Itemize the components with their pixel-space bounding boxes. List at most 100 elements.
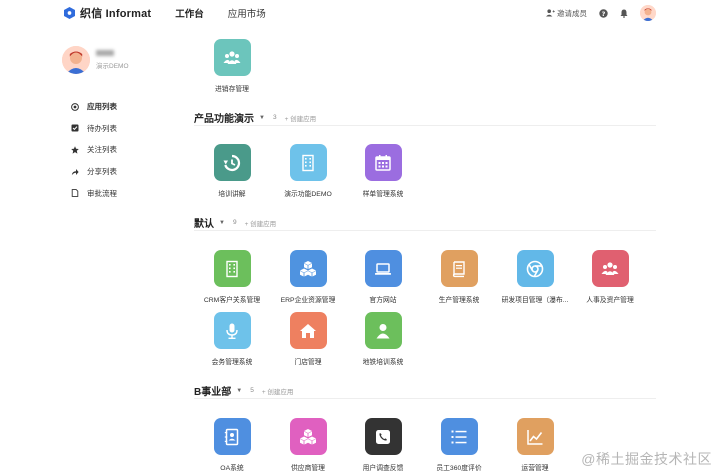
check-square-icon [71, 124, 79, 132]
app-logo[interactable]: 织信 Informat [64, 5, 151, 21]
cubes-icon [300, 428, 316, 444]
add-user-icon [546, 9, 555, 17]
app-label: 供应商管理 [291, 465, 325, 472]
app-label: 生产管理系统 [438, 297, 480, 304]
app-tile[interactable]: 样单管理系统 [345, 144, 421, 198]
calendar-icon [375, 154, 391, 171]
app-icon-bg [516, 250, 554, 287]
caret-down-icon[interactable]: ▼ [219, 220, 225, 226]
sidebar: 演示DEMO 应用列表 待办列表 关注列表 分享列表 审批流程 [60, 46, 180, 204]
target-icon [71, 102, 79, 111]
app-label: 运营管理 [521, 465, 549, 472]
app-label: 进销存管理 [215, 86, 249, 93]
help-button[interactable]: ? [598, 8, 608, 18]
tab-app-market[interactable]: 应用市场 [228, 6, 266, 20]
group-title: 产品功能演示 [194, 114, 254, 125]
invite-members-button[interactable]: 邀请成员 [546, 8, 587, 19]
app-tile[interactable]: 生产管理系统 [421, 250, 497, 304]
app-label: 地铁培训系统 [362, 359, 404, 366]
sidebar-item-share-list[interactable]: 分享列表 [60, 161, 180, 183]
app-icon-bg [364, 418, 402, 455]
caret-down-icon[interactable]: ▼ [236, 388, 242, 394]
group-count: 3 [272, 114, 277, 121]
cubes-icon [300, 260, 316, 276]
create-app-button[interactable]: + 创建应用 [262, 386, 294, 396]
app-tile[interactable]: 运营管理 [497, 418, 573, 472]
blurred-username [96, 50, 114, 56]
create-app-button[interactable]: + 创建应用 [285, 113, 317, 123]
top-bar: 织信 Informat 工作台 应用市场 邀请成员 ? [0, 0, 720, 26]
user-avatar[interactable] [640, 5, 656, 21]
app-label: CRM客户关系管理 [203, 297, 261, 304]
app-tile[interactable]: 培训讲解 [194, 144, 270, 198]
caret-down-icon[interactable]: ▼ [259, 115, 265, 121]
sidebar-item-label: 应用列表 [87, 102, 117, 112]
app-label: 员工360度评价 [436, 465, 482, 472]
top-right-actions: 邀请成员 ? [546, 5, 656, 21]
app-tile[interactable]: 会务管理系统 [194, 312, 270, 366]
app-tile[interactable]: 地铁培训系统 [345, 312, 421, 366]
app-tile[interactable]: 门店管理 [270, 312, 346, 366]
app-label: 培训讲解 [218, 191, 246, 198]
profile-card[interactable]: 演示DEMO [60, 46, 180, 74]
app-icon-bg [440, 418, 478, 455]
app-tile[interactable]: 用户调查反馈 [345, 418, 421, 472]
app-icon-bg [213, 418, 251, 455]
line-chart-icon [527, 429, 543, 445]
group-title: 默认 [194, 219, 214, 230]
avatar-icon [640, 5, 656, 21]
app-icon-bg [516, 418, 554, 455]
app-tile[interactable]: 人事及资产管理 [572, 250, 648, 304]
sidebar-item-app-list[interactable]: 应用列表 [60, 96, 180, 118]
sidebar-item-label: 待办列表 [87, 123, 117, 133]
app-label: 人事及资产管理 [586, 297, 634, 304]
star-icon [71, 146, 79, 154]
group-count: 5 [250, 387, 254, 394]
divider [194, 398, 656, 399]
history-icon [223, 154, 241, 171]
app-icon-bg [364, 144, 402, 181]
app-tile[interactable]: 供应商管理 [270, 418, 346, 472]
app-label: 门店管理 [294, 359, 322, 366]
sidebar-item-follow-list[interactable]: 关注列表 [60, 139, 180, 161]
app-icon-bg [440, 250, 478, 287]
user-icon [376, 323, 390, 338]
mic-icon [226, 323, 238, 339]
home-icon [300, 323, 316, 338]
group-header-b-division: B事业部 ▼ 5 + 创建应用 [194, 383, 293, 398]
app-icon-bg [213, 39, 251, 76]
tab-workbench[interactable]: 工作台 [175, 6, 204, 20]
chrome-icon [526, 260, 544, 277]
notification-button[interactable] [619, 8, 629, 18]
app-tile[interactable]: 研发项目管理（瀑布... [497, 250, 573, 304]
share-icon [71, 168, 79, 175]
app-label: ERP企业资源管理 [280, 297, 336, 304]
app-tile[interactable]: CRM客户关系管理 [194, 250, 270, 304]
profile-info: 演示DEMO [96, 50, 129, 70]
invite-label: 邀请成员 [557, 8, 587, 18]
app-tile[interactable]: OA系统 [194, 418, 270, 472]
users-icon [223, 50, 241, 64]
app-tile[interactable]: 官方网站 [345, 250, 421, 304]
sidebar-item-approval-flow[interactable]: 审批流程 [60, 182, 180, 204]
sidebar-item-label: 分享列表 [87, 167, 117, 177]
app-tile[interactable]: ERP企业资源管理 [270, 250, 346, 304]
users-icon [601, 261, 619, 275]
app-icon-bg [364, 250, 402, 287]
group-title: B事业部 [194, 387, 232, 398]
divider [194, 125, 656, 126]
app-tile[interactable]: 员工360度评价 [421, 418, 497, 472]
create-app-button[interactable]: + 创建应用 [245, 218, 277, 228]
app-tile[interactable]: 演示功能DEMO [270, 144, 346, 198]
app-tile[interactable]: 进销存管理 [194, 39, 270, 93]
app-icon-bg [213, 250, 251, 287]
sidebar-item-label: 审批流程 [87, 188, 117, 198]
hexagon-logo-icon [64, 7, 75, 19]
profile-role: 演示DEMO [96, 63, 129, 70]
sidebar-item-todo-list[interactable]: 待办列表 [60, 118, 180, 140]
app-label: 演示功能DEMO [284, 191, 332, 198]
svg-text:?: ? [601, 9, 605, 17]
avatar-icon [62, 46, 90, 74]
group-header-default: 默认 ▼ 9 + 创建应用 [194, 215, 276, 230]
contact-book-icon [224, 428, 239, 445]
